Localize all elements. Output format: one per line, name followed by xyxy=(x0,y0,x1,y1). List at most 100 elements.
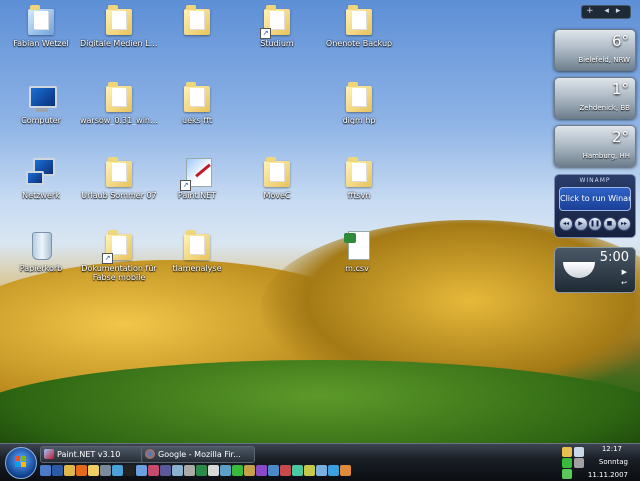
desktop-icon-folder[interactable] xyxy=(158,3,236,39)
app-icon[interactable] xyxy=(244,465,255,476)
desktop-icon-paint-net[interactable]: ↗ Paint.NET xyxy=(158,155,236,200)
network-icon[interactable] xyxy=(172,465,183,476)
desktop-icon-label: Paint.NET xyxy=(177,191,217,200)
desktop-icon-fabian-wetzel[interactable]: Fabian Wetzel xyxy=(2,3,80,48)
desktop-icon-warsow[interactable]: warsow_0.31_windows... xyxy=(80,80,158,125)
network-tray-icon[interactable] xyxy=(562,447,572,457)
paint-net-icon xyxy=(44,449,54,459)
desktop-icon-label: Studium xyxy=(260,39,294,48)
desktop-icon-label: MoveC xyxy=(263,191,291,200)
photo-icon[interactable] xyxy=(148,465,159,476)
desktop-icon-dokumentation[interactable]: ↗ Dokumentation für Fabse mobile xyxy=(80,228,158,282)
recycle-bin-icon xyxy=(24,228,58,262)
desktop-icon-label: ueks fft xyxy=(182,116,212,125)
show-desktop-icon[interactable] xyxy=(40,465,51,476)
app-icon[interactable] xyxy=(160,465,171,476)
firefox-icon[interactable] xyxy=(76,465,87,476)
explorer-icon[interactable] xyxy=(64,465,75,476)
add-gadget-button[interactable]: + xyxy=(586,6,594,16)
app-icon[interactable] xyxy=(340,465,351,476)
puzzle-icon[interactable] xyxy=(232,465,243,476)
weather-gadget[interactable]: 6° Bielefeld, NRW xyxy=(554,29,636,71)
app-icon[interactable] xyxy=(256,465,267,476)
desktop-icon-urlaub-sommer-07[interactable]: Urlaub Sommer 07 xyxy=(80,155,158,200)
desktop-icon-computer[interactable]: Computer xyxy=(2,80,80,125)
folder-icon xyxy=(180,80,214,114)
desktop-icon-netzwerk[interactable]: Netzwerk xyxy=(2,155,80,200)
security-icon[interactable] xyxy=(562,458,572,468)
winamp-run-button[interactable]: Click to run Winamp xyxy=(559,187,631,211)
reset-icon[interactable]: ↩ xyxy=(621,279,627,287)
desktop-icon-papierkorb[interactable]: Papierkorb xyxy=(2,228,80,273)
desktop-icon-digm-hp[interactable]: digm hp xyxy=(320,80,398,125)
desktop-icon-label: Digitale Medien Labor xyxy=(80,39,158,48)
clock-date: 11.11.2007 xyxy=(587,471,628,479)
folder-shortcut-icon: ↗ xyxy=(102,228,136,264)
stop-icon[interactable]: ■ xyxy=(602,217,617,231)
desktop-icon-label: Netzwerk xyxy=(22,191,60,200)
settings-icon[interactable] xyxy=(184,465,195,476)
quick-launch-bar xyxy=(40,465,351,477)
desktop-icon-label: Fabian Wetzel xyxy=(13,39,69,48)
desktop-icon-ueks-fft[interactable]: ueks fft xyxy=(158,80,236,125)
desktop-icon-label: m.csv xyxy=(345,264,369,273)
console-icon[interactable] xyxy=(124,465,135,476)
app-icon[interactable] xyxy=(292,465,303,476)
folder-shortcut-icon: ↗ xyxy=(260,3,294,39)
folder-icon[interactable] xyxy=(88,465,99,476)
desktop-icon-m-csv[interactable]: m.csv xyxy=(318,228,396,273)
app-icon[interactable] xyxy=(304,465,315,476)
desktop-icon-onenote-backup[interactable]: Onenote Backup xyxy=(320,3,398,48)
clock-icon[interactable] xyxy=(112,465,123,476)
taskbar-button-firefox[interactable]: Google - Mozilla Fir... xyxy=(141,446,255,463)
app-tray-icon[interactable] xyxy=(574,458,584,468)
desktop-icon-movec[interactable]: MoveC xyxy=(238,155,316,200)
desktop-icon-label: Urlaub Sommer 07 xyxy=(81,191,157,200)
pause-icon[interactable]: ❚❚ xyxy=(588,217,602,231)
battery-icon[interactable] xyxy=(562,469,572,479)
user-folder-icon xyxy=(24,3,58,37)
weather-temp: 6° xyxy=(611,32,629,50)
tea-timer-gadget[interactable]: 5:00 ▶ ↩ xyxy=(554,247,636,293)
previous-icon[interactable]: ◂◂ xyxy=(559,217,573,231)
desktop-icon-label: Dokumentation für Fabse mobile xyxy=(81,264,157,282)
play-icon[interactable]: ▶ xyxy=(622,268,627,276)
calculator-icon[interactable] xyxy=(100,465,111,476)
weather-gadget[interactable]: 1° Zehdenick, BB xyxy=(554,77,636,119)
prev-gadgets-button[interactable]: ◂ xyxy=(604,6,609,16)
app-icon[interactable] xyxy=(316,465,327,476)
play-icon[interactable]: ▶ xyxy=(573,217,588,231)
folder-icon xyxy=(342,80,376,114)
desktop-icon-label: tlamenalyse xyxy=(172,264,222,273)
wallpaper-bushes xyxy=(0,360,640,443)
desktop-icon-digitale-medien-labor[interactable]: Digitale Medien Labor xyxy=(80,3,158,48)
weather-city: Bielefeld, NRW xyxy=(578,56,630,64)
clock-time[interactable]: 12:17 xyxy=(602,445,622,453)
start-button[interactable] xyxy=(5,447,37,479)
winamp-title: WINAMP xyxy=(579,177,611,184)
desktop-icon-label: digm hp xyxy=(342,116,376,125)
folder-icon xyxy=(180,3,214,37)
messenger-icon[interactable] xyxy=(328,465,339,476)
sidebar-toolbar: + ◂ ▸ xyxy=(581,5,631,19)
weather-city: Zehdenick, BB xyxy=(579,104,630,112)
app-icon[interactable] xyxy=(280,465,291,476)
switch-windows-icon[interactable] xyxy=(52,465,63,476)
mail-icon[interactable] xyxy=(136,465,147,476)
folder-icon xyxy=(102,155,136,189)
next-icon[interactable]: ▸▸ xyxy=(617,217,631,231)
desktop-icon-tlamenalyse[interactable]: tlamenalyse xyxy=(158,228,236,273)
paint-net-icon: ↗ xyxy=(180,155,214,191)
desktop-icon-studium[interactable]: ↗ Studium xyxy=(238,3,316,48)
media-icon[interactable] xyxy=(196,465,207,476)
next-gadgets-button[interactable]: ▸ xyxy=(616,6,621,16)
desktop-icon-fftsvn[interactable]: fftsvn xyxy=(320,155,398,200)
windows-logo-icon xyxy=(15,456,27,468)
app-icon[interactable] xyxy=(220,465,231,476)
app-icon[interactable] xyxy=(268,465,279,476)
app-icon[interactable] xyxy=(208,465,219,476)
firefox-icon xyxy=(145,449,155,459)
taskbar-button-paint-net[interactable]: Paint.NET v3.10 xyxy=(40,446,154,463)
weather-gadget[interactable]: 2° Hamburg, HH xyxy=(554,125,636,167)
volume-icon[interactable] xyxy=(574,447,584,457)
